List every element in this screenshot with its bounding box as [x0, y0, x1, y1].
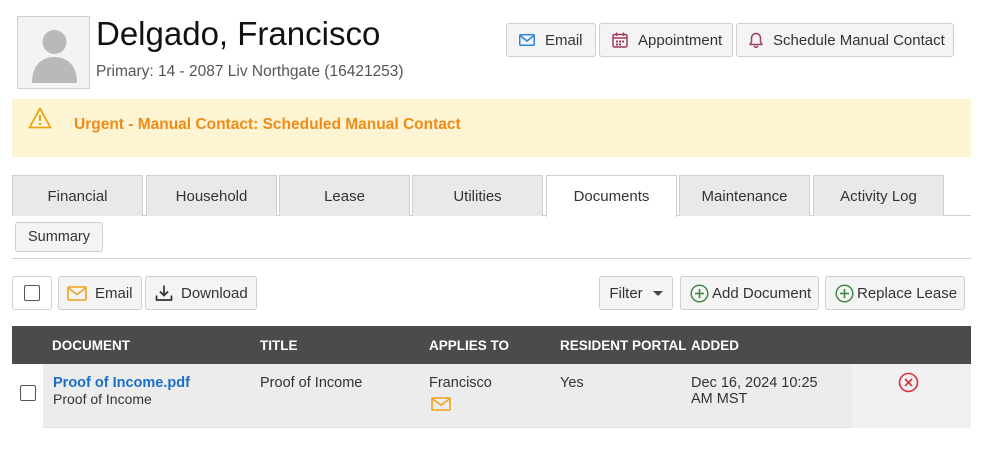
resident-tabs: Financial Household Lease Utilities Docu…: [12, 175, 971, 217]
column-header-title[interactable]: TITLE: [260, 338, 298, 353]
table-row: Proof of Income.pdf Proof of Income Proo…: [12, 364, 971, 428]
alert-text: Urgent - Manual Contact: Scheduled Manua…: [74, 116, 461, 133]
column-header-applies-to[interactable]: APPLIES TO: [429, 338, 509, 353]
document-link[interactable]: Proof of Income.pdf: [53, 375, 190, 391]
tab-financial[interactable]: Financial: [12, 175, 143, 216]
column-header-resident-portal[interactable]: RESIDENT PORTAL: [560, 338, 687, 353]
appointment-button[interactable]: Appointment: [599, 23, 733, 57]
primary-unit: Primary: 14 - 2087 Liv Northgate (164212…: [96, 63, 404, 80]
section-divider: [12, 258, 971, 259]
appointment-button-label: Appointment: [638, 31, 723, 49]
column-header-document[interactable]: DOCUMENT: [52, 338, 130, 353]
tab-utilities[interactable]: Utilities: [412, 175, 543, 216]
bell-icon: [749, 32, 763, 48]
envelope-icon[interactable]: [431, 397, 451, 411]
row-checkbox[interactable]: [20, 385, 36, 401]
resident-header: Delgado, Francisco Primary: 14 - 2087 Li…: [0, 0, 987, 95]
added-date: Dec 16, 2024 10:25: [691, 375, 818, 391]
plus-circle-icon: [835, 283, 854, 303]
add-document-button[interactable]: Add Document: [680, 276, 819, 310]
avatar: [17, 16, 90, 89]
plus-circle-icon: [690, 283, 709, 303]
filter-label: Filter: [609, 284, 643, 302]
filter-dropdown[interactable]: Filter: [599, 276, 673, 310]
schedule-manual-contact-button[interactable]: Schedule Manual Contact: [736, 23, 954, 57]
checkbox-box: [24, 285, 40, 301]
summary-subtab[interactable]: Summary: [15, 222, 103, 252]
email-documents-label: Email: [95, 284, 133, 302]
calendar-icon: [612, 32, 628, 48]
download-icon: [155, 285, 173, 301]
delete-x-circle-icon[interactable]: [898, 372, 919, 393]
download-label: Download: [181, 284, 248, 302]
replace-lease-button[interactable]: Replace Lease: [825, 276, 965, 310]
email-button[interactable]: Email: [506, 23, 596, 57]
resident-name: Delgado, Francisco: [96, 15, 381, 52]
tab-activity-log[interactable]: Activity Log: [813, 175, 944, 216]
document-title: Proof of Income: [260, 375, 363, 391]
download-button[interactable]: Download: [145, 276, 257, 310]
documents-table-header: DOCUMENT TITLE APPLIES TO RESIDENT PORTA…: [12, 326, 971, 364]
avatar-placeholder-icon: [32, 30, 77, 83]
applies-to-value: Francisco: [429, 375, 492, 391]
email-documents-button[interactable]: Email: [58, 276, 142, 310]
tab-household[interactable]: Household: [146, 175, 277, 216]
add-document-label: Add Document: [712, 284, 812, 302]
replace-lease-label: Replace Lease: [857, 284, 958, 302]
tab-documents[interactable]: Documents: [546, 175, 677, 217]
tab-lease[interactable]: Lease: [279, 175, 410, 216]
warning-icon: [28, 107, 52, 129]
envelope-icon: [519, 34, 535, 46]
resident-portal-value: Yes: [560, 375, 584, 391]
select-all-checkbox[interactable]: [12, 276, 52, 310]
document-description: Proof of Income: [53, 391, 152, 407]
schedule-manual-contact-label: Schedule Manual Contact: [773, 31, 945, 49]
envelope-icon: [67, 285, 87, 301]
chevron-down-icon: [652, 290, 663, 296]
urgent-alert-banner: Urgent - Manual Contact: Scheduled Manua…: [12, 99, 971, 157]
row-checkbox-cell: [12, 364, 43, 428]
delete-cell: [852, 364, 971, 428]
added-time-zone: AM MST: [691, 391, 748, 407]
column-header-added[interactable]: ADDED: [691, 338, 739, 353]
email-button-label: Email: [545, 31, 583, 49]
tab-maintenance[interactable]: Maintenance: [679, 175, 810, 216]
